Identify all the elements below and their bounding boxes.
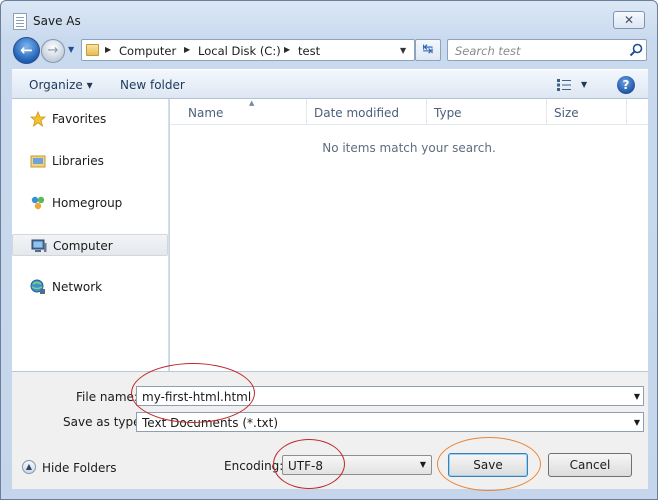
breadcrumb-separator[interactable]: ▶: [105, 45, 111, 54]
sidebar-item-label: Network: [52, 280, 103, 294]
close-button[interactable]: ✕: [613, 11, 645, 29]
save-form: File name: my-first-html.html ▼ Save as …: [12, 371, 648, 441]
column-header-label: Size: [554, 106, 579, 120]
empty-results-message: No items match your search.: [322, 141, 496, 155]
save-as-type-select[interactable]: Text Documents (*.txt) ▼: [136, 412, 644, 432]
column-header-label: Name: [188, 106, 224, 120]
address-dropdown-icon[interactable]: ▼: [400, 46, 406, 55]
collapse-up-icon[interactable]: ▲: [22, 460, 36, 474]
folder-icon: [86, 44, 99, 56]
column-header-row: ▲ Name Date modified Type Size: [170, 99, 648, 125]
filename-label: File name:: [76, 390, 138, 404]
filename-value: my-first-html.html: [142, 390, 252, 404]
sidebar-item-label: Favorites: [52, 112, 107, 126]
save-as-type-value: Text Documents (*.txt): [142, 416, 279, 430]
network-icon: [30, 279, 45, 294]
command-bar: Organize ▾ New folder ▼ ?: [12, 69, 648, 99]
sidebar-item-label: Homegroup: [52, 196, 123, 210]
navigation-pane: Favorites Libraries Homegroup Computer N…: [12, 99, 169, 371]
encoding-value: UTF-8: [288, 459, 323, 473]
recent-pages-dropdown[interactable]: ▼: [68, 45, 74, 54]
sidebar-item-network[interactable]: Network: [12, 276, 168, 298]
encoding-dropdown-icon[interactable]: ▼: [415, 456, 431, 474]
column-header-date-modified[interactable]: Date modified: [307, 99, 427, 125]
breadcrumb-separator[interactable]: ▶: [284, 45, 290, 54]
save-as-type-dropdown-icon[interactable]: ▼: [634, 418, 640, 427]
breadcrumb-test[interactable]: test: [298, 44, 320, 58]
new-folder-button[interactable]: New folder: [120, 78, 185, 92]
save-as-dialog: Save As ✕ ← → ▼ ▶ Computer ▶ Local Disk …: [0, 0, 658, 500]
column-header-label: Date modified: [314, 106, 400, 120]
hide-folders-button[interactable]: Hide Folders: [42, 461, 117, 475]
star-icon: [30, 111, 46, 127]
encoding-select[interactable]: UTF-8 ▼: [282, 455, 432, 475]
address-bar[interactable]: ▶ Computer ▶ Local Disk (C:) ▶ test ▼: [81, 39, 415, 61]
cancel-button[interactable]: Cancel: [548, 453, 632, 477]
breadcrumb-local-disk[interactable]: Local Disk (C:): [198, 44, 281, 58]
homegroup-icon: [31, 196, 45, 210]
dialog-footer: ▲ Hide Folders Encoding: UTF-8 ▼ Save Ca…: [12, 441, 648, 489]
column-header-type[interactable]: Type: [427, 99, 547, 125]
sidebar-item-homegroup[interactable]: Homegroup: [12, 192, 168, 214]
libraries-icon: [30, 155, 46, 168]
breadcrumb-computer[interactable]: Computer: [119, 44, 176, 58]
sidebar-item-label: Libraries: [52, 154, 104, 168]
search-placeholder: Search test: [455, 44, 521, 58]
filename-dropdown-icon[interactable]: ▼: [634, 392, 640, 401]
encoding-label: Encoding:: [224, 459, 284, 473]
views-icon[interactable]: [557, 79, 571, 91]
refresh-button[interactable]: ↹: [415, 39, 441, 61]
sidebar-item-computer[interactable]: Computer: [12, 234, 168, 256]
save-as-type-label: Save as type:: [63, 415, 145, 429]
back-button[interactable]: ←: [13, 37, 40, 64]
forward-button[interactable]: →: [41, 39, 65, 63]
sidebar-item-libraries[interactable]: Libraries: [12, 150, 168, 172]
notepad-icon: [13, 13, 27, 30]
file-list[interactable]: ▲ Name Date modified Type Size No items …: [170, 99, 648, 371]
filename-field[interactable]: my-first-html.html ▼: [136, 386, 644, 406]
sidebar-item-favorites[interactable]: Favorites: [12, 108, 168, 130]
search-icon[interactable]: [628, 42, 644, 58]
column-header-size[interactable]: Size: [547, 99, 627, 125]
window-title: Save As: [33, 14, 81, 28]
breadcrumb-separator[interactable]: ▶: [184, 45, 190, 54]
column-header-label: Type: [434, 106, 462, 120]
save-button[interactable]: Save: [448, 453, 528, 477]
help-icon[interactable]: ?: [617, 76, 635, 94]
views-dropdown-icon[interactable]: ▼: [581, 80, 587, 89]
organize-button[interactable]: Organize ▾: [29, 78, 93, 92]
search-input[interactable]: Search test: [447, 39, 647, 61]
computer-icon: [31, 239, 47, 252]
sidebar-item-label: Computer: [53, 239, 113, 253]
title-bar: Save As ✕: [1, 1, 657, 35]
column-header-name[interactable]: ▲ Name: [181, 99, 307, 125]
sort-ascending-icon: ▲: [249, 99, 255, 107]
